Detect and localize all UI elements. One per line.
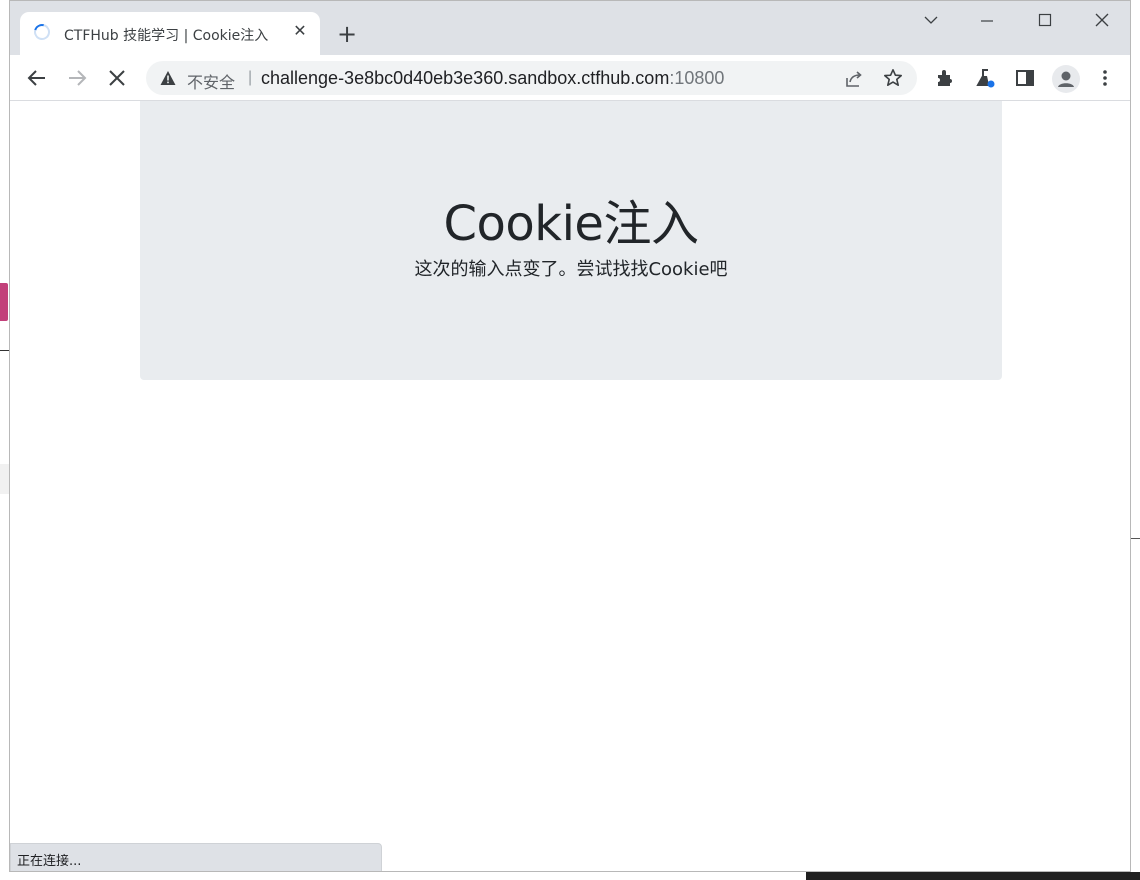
background-window-left [0, 0, 9, 880]
address-separator: | [248, 69, 253, 86]
forward-icon[interactable] [64, 65, 90, 91]
url-text[interactable]: challenge-3e8bc0d40eb3e360.sandbox.ctfhu… [261, 68, 724, 89]
background-window-right [1131, 0, 1140, 880]
page-viewport: Cookie注入 这次的输入点变了。尝试找找Cookie吧 [10, 101, 1130, 871]
new-tab-button[interactable]: + [335, 22, 359, 46]
tab-active[interactable]: CTFHub 技能学习 | Cookie注入 ✕ [20, 12, 320, 55]
close-window-icon[interactable] [1087, 9, 1117, 33]
background-divider [0, 350, 9, 351]
url-port: :10800 [669, 68, 725, 88]
close-icon[interactable]: ✕ [290, 22, 310, 42]
background-taskbar-strip [9, 872, 1140, 880]
status-bubble: 正在连接... [10, 843, 382, 871]
page-title: Cookie注入 [443, 196, 699, 252]
status-text: 正在连接... [17, 854, 82, 869]
tab-strip: CTFHub 技能学习 | Cookie注入 ✕ + [10, 1, 1130, 55]
browser-toolbar: 不安全 | challenge-3e8bc0d40eb3e360.sandbox… [10, 55, 1130, 101]
background-divider [1131, 538, 1140, 539]
more-icon[interactable] [1094, 67, 1116, 89]
stop-icon[interactable] [104, 65, 130, 91]
share-icon[interactable] [844, 69, 864, 94]
loading-spinner-icon [31, 21, 53, 43]
profile-icon[interactable] [1052, 65, 1080, 93]
maximize-icon[interactable] [1030, 9, 1060, 33]
url-host: challenge-3e8bc0d40eb3e360.sandbox.ctfhu… [261, 68, 670, 88]
back-icon[interactable] [24, 65, 50, 91]
side-panel-icon[interactable] [1014, 67, 1036, 89]
warning-icon[interactable] [160, 70, 176, 91]
chevron-down-icon[interactable] [916, 9, 946, 33]
labs-icon[interactable] [974, 67, 996, 89]
address-bar[interactable]: 不安全 | challenge-3e8bc0d40eb3e360.sandbox… [146, 61, 917, 95]
page-subtitle: 这次的输入点变了。尝试找找Cookie吧 [414, 259, 728, 280]
extensions-icon[interactable] [934, 67, 956, 89]
star-icon[interactable] [883, 68, 903, 93]
security-label[interactable]: 不安全 [187, 69, 235, 93]
background-dark-panel [806, 872, 1140, 880]
jumbotron: Cookie注入 这次的输入点变了。尝试找找Cookie吧 [140, 101, 1002, 380]
tab-title: CTFHub 技能学习 | Cookie注入 [64, 28, 269, 44]
minimize-icon[interactable] [972, 9, 1002, 33]
background-glyph [0, 283, 8, 321]
browser-window: CTFHub 技能学习 | Cookie注入 ✕ + 不安全 | challen… [9, 0, 1131, 872]
background-row [0, 464, 9, 494]
